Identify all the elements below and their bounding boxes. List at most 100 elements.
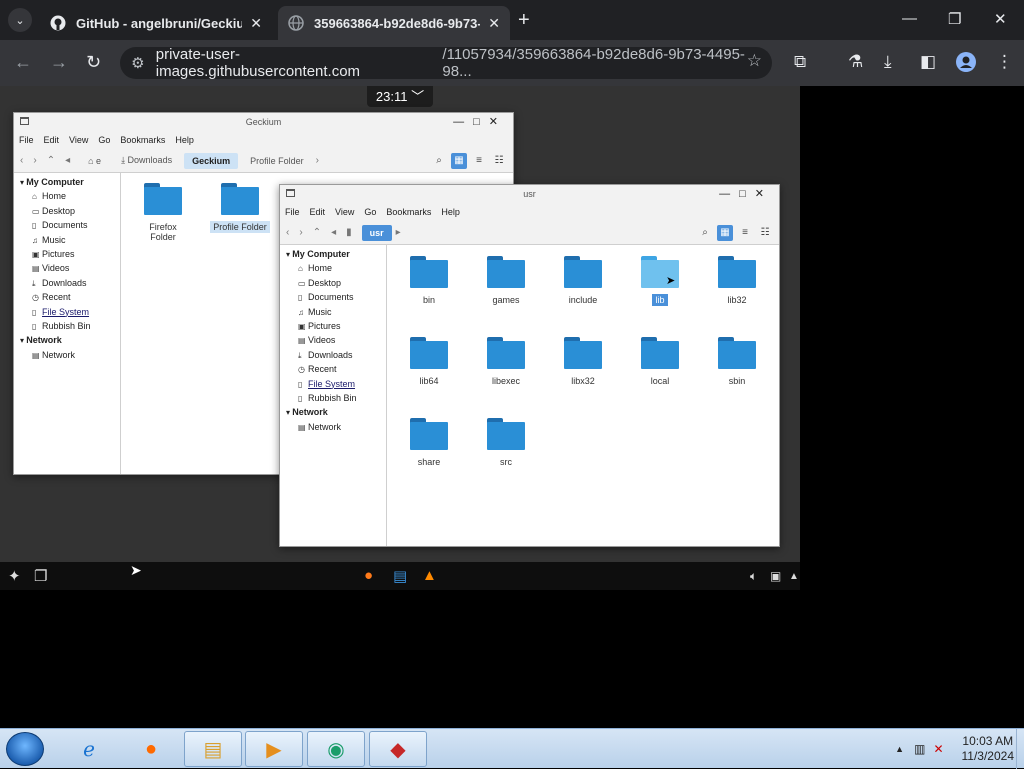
back-arrow-icon[interactable]: ‹ xyxy=(286,227,289,238)
search-icon[interactable]: ⌕ xyxy=(431,153,447,169)
sidebar-item-music[interactable]: ♫ Music xyxy=(280,305,386,319)
up-arrow-icon[interactable]: ⌃ xyxy=(313,227,321,238)
sidebar-item-downloads[interactable]: ⤓ Downloads xyxy=(14,276,120,290)
menu-help[interactable]: Help xyxy=(441,207,460,217)
firefox-icon[interactable]: ● xyxy=(364,567,373,584)
firefox-icon[interactable]: ● xyxy=(122,731,180,767)
menu-go[interactable]: Go xyxy=(364,207,376,217)
sidebar-item-network[interactable]: ▤ Network xyxy=(14,348,120,362)
show-desktop-button[interactable] xyxy=(1016,729,1024,769)
show-desktop-icon[interactable]: ❐ xyxy=(34,567,47,585)
menu-bookmarks[interactable]: Bookmarks xyxy=(386,207,431,217)
menu-edit[interactable]: Edit xyxy=(310,207,326,217)
crumb-home[interactable]: ⌂ e xyxy=(80,153,109,169)
sidebar-item-home[interactable]: ⌂ Home xyxy=(14,189,120,203)
app-red-icon[interactable]: ◆ xyxy=(369,731,427,767)
window-controls[interactable]: —□✕ xyxy=(719,185,773,203)
crumb-geckium[interactable]: Geckium xyxy=(184,152,239,169)
address-bar[interactable]: ⚙ private-user-images.githubusercontent.… xyxy=(120,46,772,80)
menu-help[interactable]: Help xyxy=(175,135,194,145)
forward-button[interactable]: → xyxy=(50,52,68,73)
path-left-icon[interactable]: ◂ xyxy=(65,155,70,166)
folder-item[interactable]: libx32 xyxy=(553,337,613,387)
drive-icon[interactable]: ▮ xyxy=(346,227,352,238)
sidebar-item-downloads[interactable]: ⤓ Downloads xyxy=(280,348,386,362)
display-icon[interactable]: ▣ xyxy=(770,569,781,583)
sidebar-header-my-computer[interactable]: My Computer xyxy=(14,175,120,189)
tab-github[interactable]: GitHub - angelbruni/Geckium ✕ xyxy=(40,6,272,40)
sidebar-item-documents[interactable]: ▯ Documents xyxy=(14,218,120,232)
download-icon[interactable]: ⤓ xyxy=(884,52,892,72)
sidebar-header-network[interactable]: Network xyxy=(280,405,386,419)
crumb-downloads[interactable]: ⤓ Downloads xyxy=(113,152,180,169)
sidebar-item-desktop[interactable]: ▭ Desktop xyxy=(280,276,386,290)
sidebar-item-videos[interactable]: ▤ Videos xyxy=(280,333,386,347)
file-explorer-icon[interactable]: ▤ xyxy=(184,731,242,767)
menu-view[interactable]: View xyxy=(69,135,88,145)
sidebar-item-rubbish-bin[interactable]: ▯ Rubbish Bin xyxy=(14,319,120,333)
menu-view[interactable]: View xyxy=(335,207,354,217)
restore-button[interactable]: ❐ xyxy=(948,10,961,28)
back-button[interactable]: ← xyxy=(14,52,32,73)
bookmark-star-icon[interactable]: ☆ xyxy=(747,51,762,71)
crumb-profile-folder[interactable]: Profile Folder xyxy=(242,153,312,169)
sidebar-item-videos[interactable]: ▤ Videos xyxy=(14,261,120,275)
minimize-button[interactable]: — xyxy=(902,10,917,27)
tray-up-icon[interactable]: ▲ xyxy=(895,744,904,754)
sidebar-item-rubbish-bin[interactable]: ▯ Rubbish Bin xyxy=(280,391,386,405)
sidebar-header-network[interactable]: Network xyxy=(14,333,120,347)
site-settings-icon[interactable]: ⚙ xyxy=(120,54,156,72)
menu-edit[interactable]: Edit xyxy=(44,135,60,145)
close-icon[interactable]: ✕ xyxy=(250,15,262,32)
window-titlebar[interactable]: Geckium —□✕ xyxy=(14,113,513,131)
sidebar-header-my-computer[interactable]: My Computer xyxy=(280,247,386,261)
window-controls[interactable]: —□✕ xyxy=(453,113,507,131)
sidebar-item-file-system[interactable]: ▯ File System xyxy=(14,305,120,319)
forward-arrow-icon[interactable]: › xyxy=(299,227,302,238)
list-view-icon[interactable]: ☷ xyxy=(757,225,773,241)
folder-item[interactable]: libexec xyxy=(476,337,536,387)
sidebar-item-music[interactable]: ♫ Music xyxy=(14,233,120,247)
menu-go[interactable]: Go xyxy=(98,135,110,145)
folder-item[interactable]: sbin xyxy=(707,337,767,387)
new-tab-button[interactable]: + xyxy=(518,9,530,32)
sidebar-item-network[interactable]: ▤ Network xyxy=(280,420,386,434)
path-left-icon[interactable]: ◂ xyxy=(331,227,336,238)
folder-item[interactable]: local xyxy=(630,337,690,387)
icon-view-icon[interactable]: ▦ xyxy=(717,225,733,241)
path-right-icon[interactable]: ▸ xyxy=(396,227,401,238)
file-manager-icon[interactable]: ▤ xyxy=(393,567,407,585)
folder-item[interactable]: lib32 xyxy=(707,256,767,306)
video-app-icon[interactable]: ◉ xyxy=(307,731,365,767)
app-menu-icon[interactable]: ✦ xyxy=(8,567,21,585)
vlc-icon[interactable]: ▲ xyxy=(422,567,437,584)
folder-item[interactable]: Profile Folder xyxy=(210,183,270,233)
path-right-icon[interactable]: › xyxy=(316,155,319,166)
sidebar-item-pictures[interactable]: ▣ Pictures xyxy=(14,247,120,261)
media-player-icon[interactable]: ▶ xyxy=(245,731,303,767)
menu-kebab-icon[interactable]: ⋮ xyxy=(996,52,1013,72)
folder-item[interactable]: lib64 xyxy=(399,337,459,387)
search-icon[interactable]: ⌕ xyxy=(697,225,713,241)
volume-muted-icon[interactable]: ✕ xyxy=(933,742,943,756)
folder-item[interactable]: games xyxy=(476,256,536,306)
tab-image[interactable]: 359663864-b92de8d6-9b73-4495-98 ✕ xyxy=(278,6,510,40)
volume-icon[interactable]: 🔈︎ xyxy=(750,569,757,584)
start-button[interactable] xyxy=(6,732,44,766)
menu-file[interactable]: File xyxy=(19,135,34,145)
file-manager-window-usr[interactable]: usr —□✕ File Edit View Go Bookmarks Help… xyxy=(279,184,780,547)
forward-arrow-icon[interactable]: › xyxy=(33,155,36,166)
folder-item[interactable]: Firefox Folder xyxy=(133,183,193,243)
clock[interactable]: 10:03 AM 11/3/2024 xyxy=(962,734,1015,764)
compact-view-icon[interactable]: ≡ xyxy=(737,225,753,241)
sidebar-item-recent[interactable]: ◷ Recent xyxy=(280,362,386,376)
sidebar-item-recent[interactable]: ◷ Recent xyxy=(14,290,120,304)
window-titlebar[interactable]: usr —□✕ xyxy=(280,185,779,203)
folder-item[interactable]: lib xyxy=(630,256,690,306)
tab-search-button[interactable]: ⌄ xyxy=(8,8,32,32)
list-view-icon[interactable]: ☷ xyxy=(491,153,507,169)
tray-up-icon[interactable]: ▲ xyxy=(789,571,799,582)
folder-item[interactable]: share xyxy=(399,418,459,468)
sidebar-item-desktop[interactable]: ▭ Desktop xyxy=(14,204,120,218)
sidebar-item-file-system[interactable]: ▯ File System xyxy=(280,377,386,391)
